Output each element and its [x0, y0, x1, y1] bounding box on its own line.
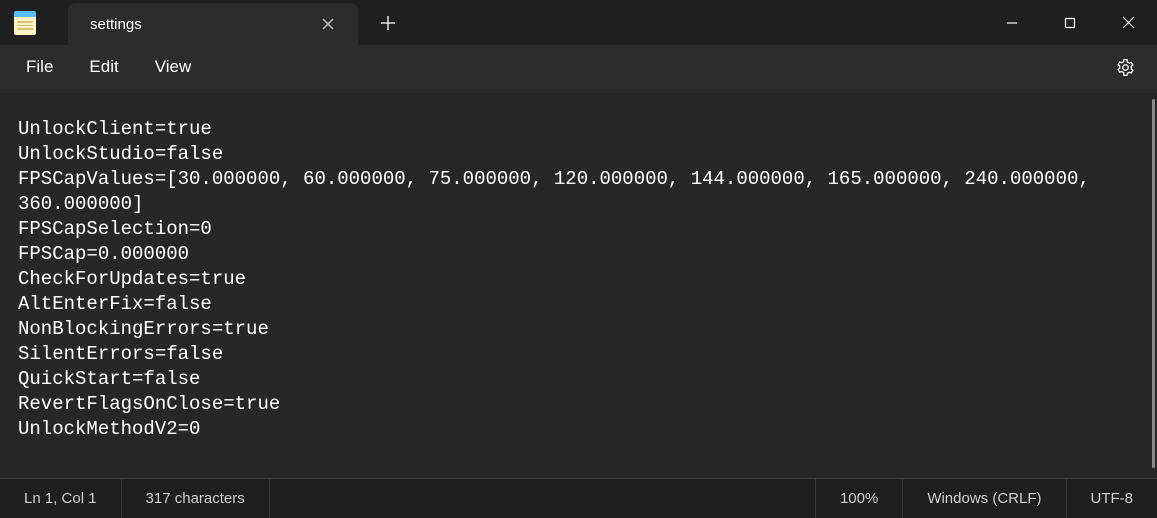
tab-title: settings: [90, 16, 302, 33]
scrollbar-thumb[interactable]: [1152, 99, 1155, 468]
status-position[interactable]: Ln 1, Col 1: [0, 479, 122, 518]
plus-icon: [381, 16, 395, 30]
close-window-button[interactable]: [1099, 0, 1157, 45]
maximize-button[interactable]: [1041, 0, 1099, 45]
titlebar-drag-region[interactable]: [412, 0, 983, 45]
close-tab-button[interactable]: [314, 10, 342, 38]
window-controls: [983, 0, 1157, 45]
editor-container: UnlockClient=true UnlockStudio=false FPS…: [0, 89, 1157, 478]
tab-settings[interactable]: settings: [68, 3, 358, 45]
gear-icon: [1116, 58, 1135, 77]
status-charcount: 317 characters: [122, 479, 270, 518]
menu-file[interactable]: File: [8, 51, 71, 83]
titlebar: settings: [0, 0, 1157, 45]
menubar: File Edit View: [0, 45, 1157, 89]
minimize-button[interactable]: [983, 0, 1041, 45]
close-icon: [322, 18, 334, 30]
menu-view[interactable]: View: [137, 51, 210, 83]
close-icon: [1122, 16, 1135, 29]
status-zoom[interactable]: 100%: [816, 479, 903, 518]
app-icon: [0, 0, 50, 45]
text-editor[interactable]: UnlockClient=true UnlockStudio=false FPS…: [0, 89, 1157, 478]
scrollbar[interactable]: [1152, 99, 1155, 468]
maximize-icon: [1064, 17, 1076, 29]
status-line-endings[interactable]: Windows (CRLF): [903, 479, 1066, 518]
settings-button[interactable]: [1105, 47, 1145, 87]
new-tab-button[interactable]: [364, 0, 412, 45]
status-encoding[interactable]: UTF-8: [1067, 479, 1157, 518]
statusbar: Ln 1, Col 1 317 characters 100% Windows …: [0, 478, 1157, 518]
minimize-icon: [1006, 17, 1018, 29]
notepad-icon: [14, 11, 36, 35]
menu-edit[interactable]: Edit: [71, 51, 136, 83]
